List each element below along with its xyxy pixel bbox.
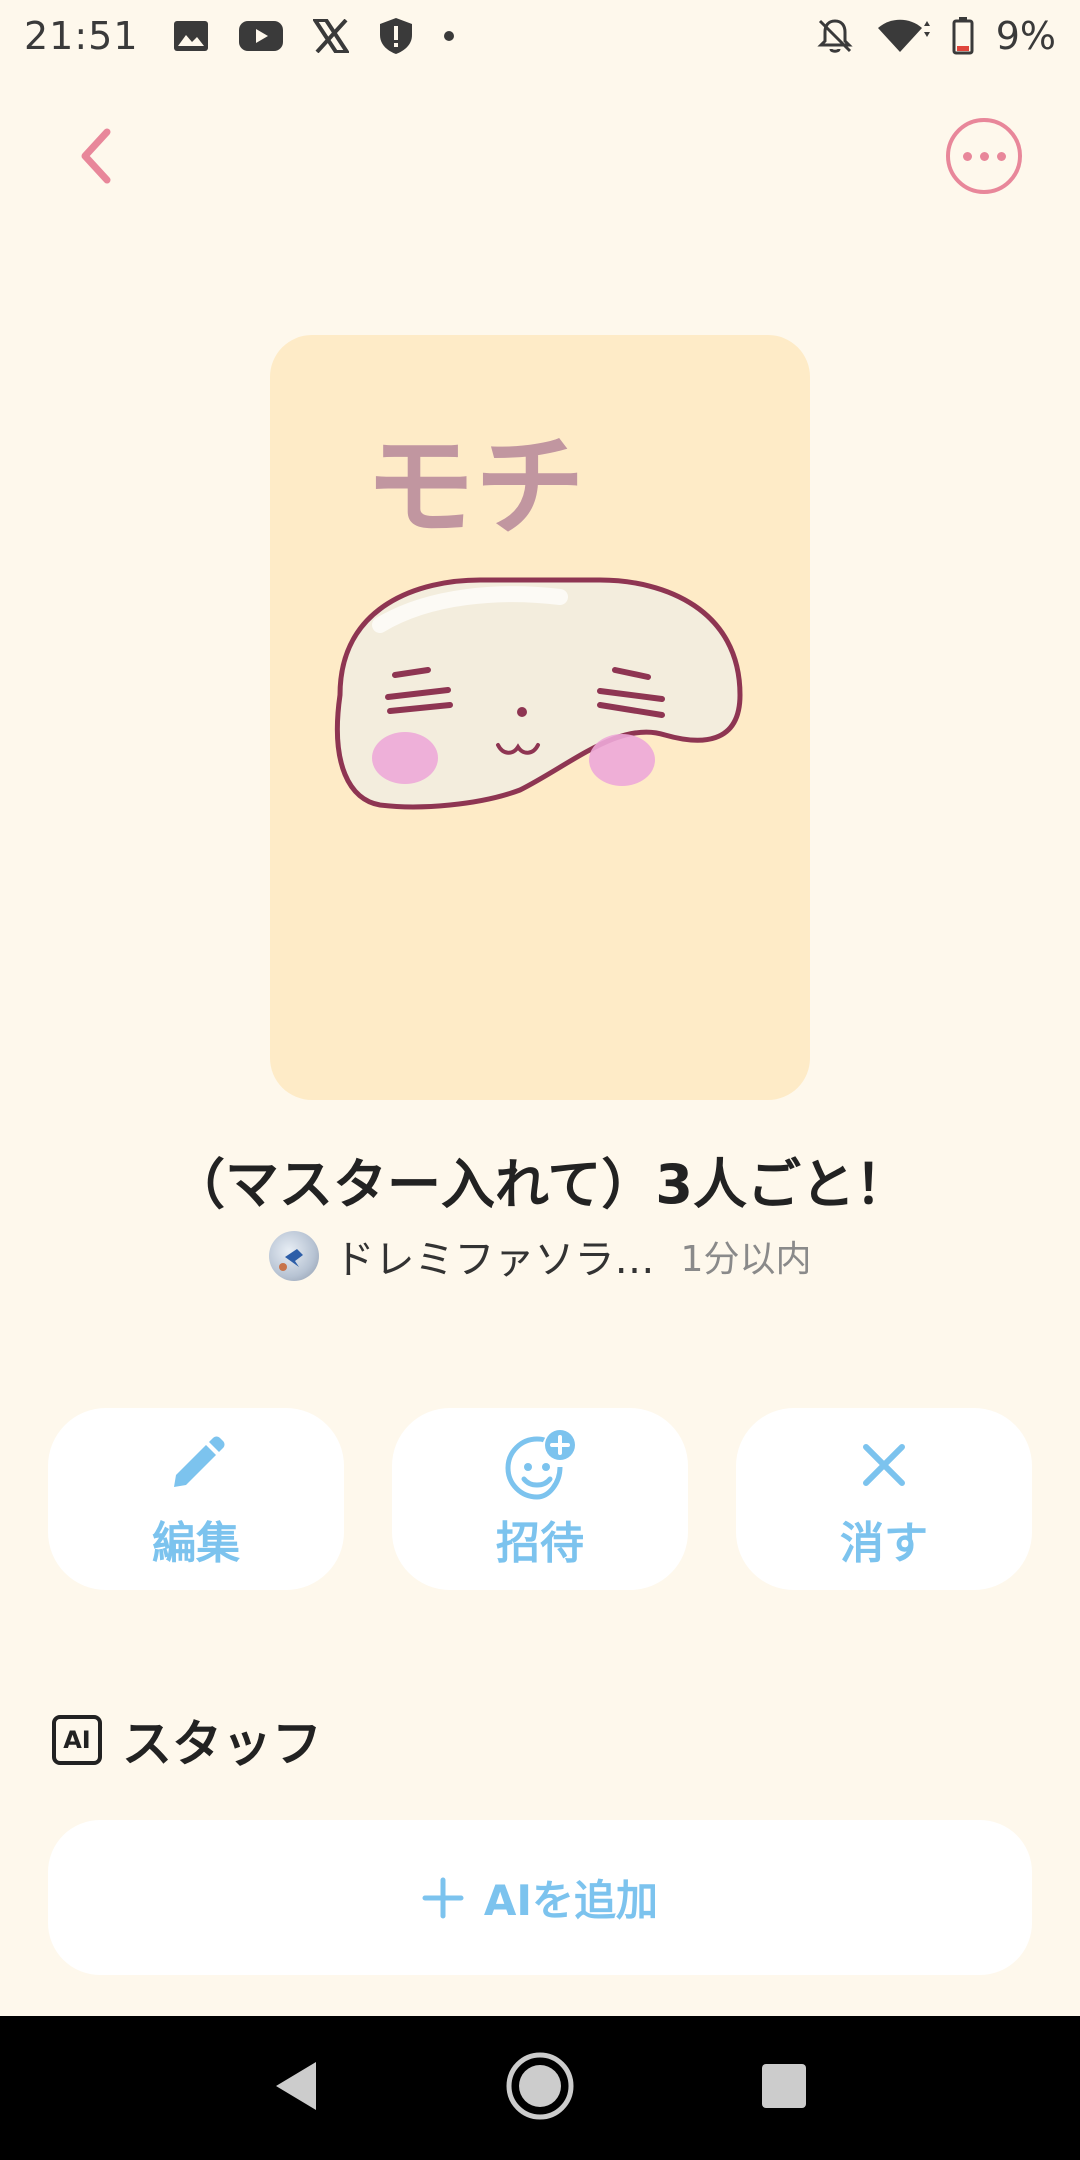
story-cover-image: モチ [270, 335, 810, 1100]
invite-button[interactable]: 招待 [392, 1408, 688, 1590]
recents-square-icon[interactable] [760, 2062, 808, 2114]
add-ai-button[interactable]: AIを追加 [48, 1820, 1032, 1975]
x-icon [312, 19, 349, 53]
pencil-icon [166, 1427, 226, 1503]
back-button[interactable] [60, 118, 130, 198]
close-icon [861, 1427, 907, 1503]
owner-avatar [268, 1231, 319, 1281]
ai-badge-icon: AI [52, 1715, 102, 1765]
story-title: （マスター入れて）3人ごと！ [171, 1153, 909, 1216]
invite-icon [502, 1427, 578, 1503]
cover-text: モチ [365, 423, 585, 551]
back-triangle-icon[interactable] [272, 2060, 320, 2116]
staff-title: スタッフ [122, 1715, 322, 1773]
add-ai-label: AIを追加 [483, 1876, 659, 1925]
owner-row[interactable]: ドレミファソラ… 1分以内 [0, 1228, 1080, 1284]
staff-section-header: AI スタッフ [52, 1710, 322, 1773]
owner-name: ドレミファソラ… [334, 1237, 655, 1283]
plus-icon [422, 1877, 464, 1919]
status-time: 21:51 [24, 14, 139, 58]
delete-label: 消す [840, 1518, 928, 1569]
updated-time: 1分以内 [680, 1239, 812, 1280]
shield-icon [379, 17, 413, 55]
battery-percent: 9% [995, 14, 1056, 58]
status-bar: 21:51 9% [0, 0, 1080, 72]
home-circle-icon[interactable] [505, 2051, 575, 2125]
chevron-left-icon [75, 126, 115, 190]
more-horizontal-icon [962, 151, 972, 161]
system-nav-bar [0, 2016, 1080, 2160]
dot-icon [443, 30, 455, 42]
invite-label: 招待 [496, 1518, 584, 1569]
bell-off-icon [816, 17, 854, 55]
image-icon [173, 20, 209, 52]
battery-icon [952, 17, 974, 55]
wifi-icon [876, 18, 930, 54]
action-buttons: 編集 招待 消す [48, 1408, 1032, 1590]
delete-button[interactable]: 消す [736, 1408, 1032, 1590]
edit-label: 編集 [152, 1518, 240, 1569]
youtube-icon [238, 20, 283, 52]
edit-button[interactable]: 編集 [48, 1408, 344, 1590]
more-options-button[interactable] [946, 118, 1022, 194]
